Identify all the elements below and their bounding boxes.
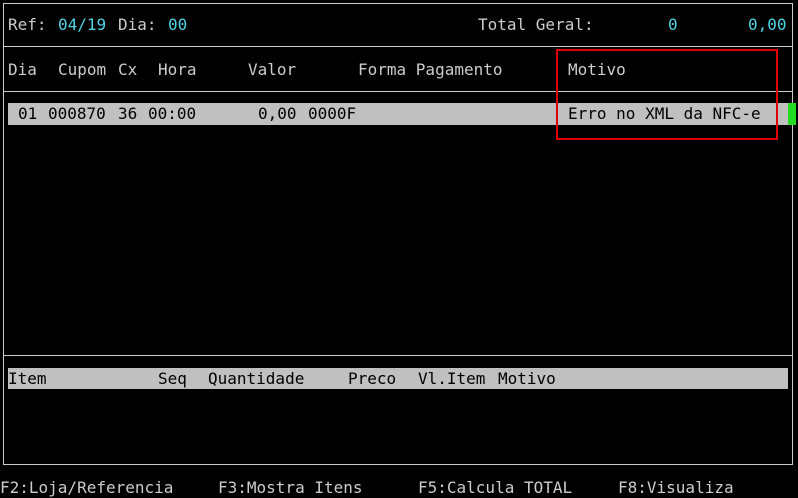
items-col-preco: Preco <box>348 369 397 388</box>
items-header-bar <box>8 368 788 389</box>
row-dia: 01 <box>18 104 38 123</box>
col-dia: Dia <box>8 60 37 79</box>
fkey-f5-calcula-total[interactable]: F5:Calcula TOTAL <box>418 478 572 498</box>
ref-label: Ref: <box>8 15 47 34</box>
row-forma: 0000F <box>308 104 357 123</box>
col-hora: Hora <box>158 60 197 79</box>
fkey-f3-mostra-itens[interactable]: F3:Mostra Itens <box>218 478 363 498</box>
dia-label: Dia: <box>118 15 157 34</box>
col-valor: Valor <box>248 60 297 79</box>
col-cupom: Cupom <box>58 60 107 79</box>
row-hora: 00:00 <box>148 104 197 123</box>
total-count: 0 <box>668 15 678 34</box>
fkey-f2-loja-referencia[interactable]: F2:Loja/Referencia <box>0 478 173 498</box>
text-cursor <box>788 103 796 125</box>
items-col-vl-item: Vl.Item <box>418 369 486 388</box>
row-cupom: 000870 <box>48 104 106 123</box>
total-value: 0,00 <box>748 15 787 34</box>
row-cx: 36 <box>118 104 138 123</box>
items-col-item: Item <box>8 369 47 388</box>
fkey-f8-visualiza[interactable]: F8:Visualiza <box>618 478 734 498</box>
items-col-seq: Seq <box>158 369 187 388</box>
items-divider <box>3 355 793 356</box>
dia-value[interactable]: 00 <box>168 15 187 35</box>
col-cx: Cx <box>118 60 138 79</box>
items-col-quantidade: Quantidade <box>208 369 305 388</box>
col-forma-pagamento: Forma Pagamento <box>358 60 503 79</box>
row-valor: 0,00 <box>258 104 297 123</box>
motivo-highlight-box <box>556 49 778 140</box>
ref-value[interactable]: 04/19 <box>58 15 106 35</box>
items-col-motivo: Motivo <box>498 369 556 388</box>
total-geral-label: Total Geral: <box>478 15 594 34</box>
header-divider <box>3 46 793 47</box>
